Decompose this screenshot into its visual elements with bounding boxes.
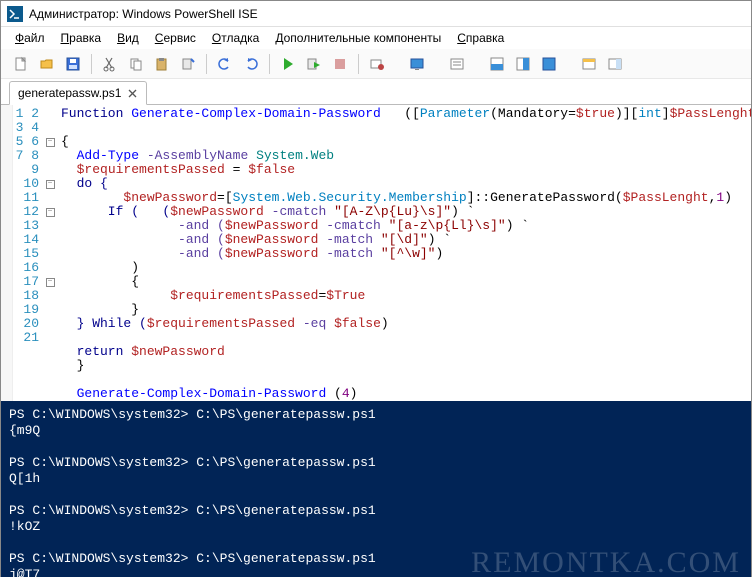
undo-icon[interactable] bbox=[213, 52, 237, 76]
toolbar bbox=[1, 49, 751, 79]
console-cmd: C:\PS\generatepassw.ps1 bbox=[196, 551, 375, 566]
menu-debug[interactable]: Отладка bbox=[206, 30, 265, 46]
menu-tools[interactable]: Сервис bbox=[149, 30, 202, 46]
paste-icon[interactable] bbox=[150, 52, 174, 76]
clear-icon[interactable] bbox=[176, 52, 200, 76]
console-cmd: C:\PS\generatepassw.ps1 bbox=[196, 407, 375, 422]
cut-icon[interactable] bbox=[98, 52, 122, 76]
redo-icon[interactable] bbox=[239, 52, 263, 76]
stop-icon[interactable] bbox=[328, 52, 352, 76]
remote-icon[interactable] bbox=[405, 52, 429, 76]
tab-generatepassw[interactable]: generatepassw.ps1 bbox=[9, 81, 147, 105]
cmd-addon-icon[interactable] bbox=[577, 52, 601, 76]
prefs-icon[interactable] bbox=[445, 52, 469, 76]
console-output: !kOZ bbox=[9, 519, 40, 534]
toolbar-separator bbox=[358, 54, 359, 74]
console-output: j@T7 bbox=[9, 567, 40, 582]
tab-label: generatepassw.ps1 bbox=[18, 86, 121, 100]
console-cmd: C:\PS\generatepassw.ps1 bbox=[196, 455, 375, 470]
console-prompt: PS C:\WINDOWS\system32> bbox=[9, 407, 188, 422]
toolbar-separator bbox=[269, 54, 270, 74]
run-selection-icon[interactable] bbox=[302, 52, 326, 76]
fold-gutter[interactable]: − − − − bbox=[43, 105, 57, 401]
code-editor[interactable]: 1 2 3 4 5 6 7 8 9 10 11 12 13 14 15 16 1… bbox=[1, 105, 751, 401]
console-output: Q[1h bbox=[9, 471, 40, 486]
console-prompt: PS C:\WINDOWS\system32> bbox=[9, 503, 188, 518]
toolbar-separator bbox=[206, 54, 207, 74]
panel-full-icon[interactable] bbox=[537, 52, 561, 76]
menu-edit[interactable]: Правка bbox=[55, 30, 108, 46]
tabstrip: generatepassw.ps1 bbox=[1, 79, 751, 105]
toolbar-separator bbox=[91, 54, 92, 74]
line-numbers: 1 2 3 4 5 6 7 8 9 10 11 12 13 14 15 16 1… bbox=[13, 105, 43, 401]
watermark: REMONTKA.COM bbox=[471, 555, 741, 571]
editor-margin bbox=[1, 105, 13, 401]
titlebar: Администратор: Windows PowerShell ISE bbox=[1, 1, 751, 27]
close-icon[interactable] bbox=[127, 88, 138, 99]
copy-icon[interactable] bbox=[124, 52, 148, 76]
console-pane[interactable]: PS C:\WINDOWS\system32> C:\PS\generatepa… bbox=[1, 401, 751, 577]
run-icon[interactable] bbox=[276, 52, 300, 76]
powershell-ise-icon bbox=[7, 6, 23, 22]
save-icon[interactable] bbox=[61, 52, 85, 76]
pane-toggle-icon[interactable] bbox=[603, 52, 627, 76]
console-cmd: C:\PS\generatepassw.ps1 bbox=[196, 503, 375, 518]
console-output: {m9Q bbox=[9, 423, 40, 438]
panel-bottom-icon[interactable] bbox=[485, 52, 509, 76]
window-title: Администратор: Windows PowerShell ISE bbox=[29, 7, 258, 21]
open-icon[interactable] bbox=[35, 52, 59, 76]
console-prompt: PS C:\WINDOWS\system32> bbox=[9, 455, 188, 470]
panel-right-icon[interactable] bbox=[511, 52, 535, 76]
breakpoint-icon[interactable] bbox=[365, 52, 389, 76]
menu-file[interactable]: Файл bbox=[9, 30, 51, 46]
code-area[interactable]: Function Generate-Complex-Domain-Passwor… bbox=[57, 105, 751, 401]
new-icon[interactable] bbox=[9, 52, 33, 76]
console-prompt: PS C:\WINDOWS\system32> bbox=[9, 551, 188, 566]
menu-help[interactable]: Справка bbox=[451, 30, 510, 46]
menu-addons[interactable]: Дополнительные компоненты bbox=[269, 30, 447, 46]
menubar: Файл Правка Вид Сервис Отладка Дополните… bbox=[1, 27, 751, 49]
menu-view[interactable]: Вид bbox=[111, 30, 145, 46]
